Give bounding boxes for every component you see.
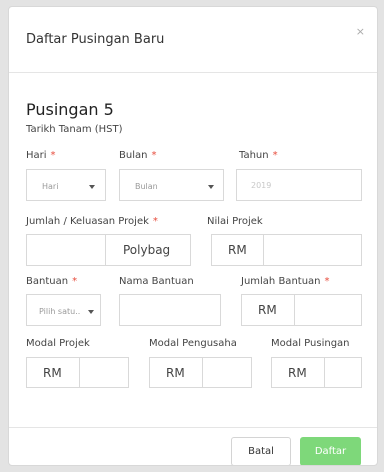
aid-name-label: Nama Bantuan <box>119 276 194 287</box>
project-area-label: Jumlah / Keluasan Projek * <box>26 216 158 227</box>
project-value-label: Nilai Projek <box>207 216 263 227</box>
project-capital-label: Modal Projek <box>26 338 90 349</box>
aid-label: Bantuan * <box>26 276 78 287</box>
round-capital-input[interactable] <box>324 358 361 387</box>
aid-amount-label: Jumlah Bantuan * <box>241 276 330 287</box>
entrepreneur-capital-prefix: RM <box>166 366 185 380</box>
required-mark: * <box>272 150 278 161</box>
aid-name-input[interactable] <box>119 294 221 326</box>
section-title: Pusingan 5 <box>26 100 114 119</box>
input-divider <box>105 235 106 265</box>
required-mark: * <box>72 276 78 287</box>
modal-title: Daftar Pusingan Baru <box>26 32 165 47</box>
register-round-modal: Daftar Pusingan Baru × Pusingan 5 Tarikh… <box>8 6 378 466</box>
day-label: Hari * <box>26 150 56 161</box>
required-mark: * <box>324 276 330 287</box>
year-placeholder: 2019 <box>251 181 272 190</box>
year-label: Tahun * <box>239 150 278 161</box>
required-mark: * <box>151 150 157 161</box>
project-value-input[interactable] <box>263 235 361 265</box>
aid-amount-prefix: RM <box>258 303 277 317</box>
aid-select[interactable]: Pilih satu.. <box>26 294 101 326</box>
project-value-prefix: RM <box>228 243 247 257</box>
aid-amount-input[interactable] <box>294 295 361 325</box>
aid-select-value: Pilih satu.. <box>39 307 81 316</box>
round-capital-prefix: RM <box>288 366 307 380</box>
day-select[interactable]: Hari <box>26 169 106 201</box>
month-select[interactable]: Bulan <box>119 169 224 201</box>
chevron-down-icon <box>89 185 95 189</box>
close-icon[interactable]: × <box>356 25 365 38</box>
chevron-down-icon <box>88 310 94 314</box>
entrepreneur-capital-label: Modal Pengusaha <box>149 338 237 349</box>
year-input[interactable]: 2019 <box>236 169 362 201</box>
entrepreneur-capital-input[interactable] <box>202 358 251 387</box>
project-capital-input[interactable] <box>79 358 128 387</box>
project-area-input[interactable] <box>27 235 104 265</box>
day-select-value: Hari <box>42 182 59 191</box>
required-mark: * <box>50 150 56 161</box>
project-capital-prefix: RM <box>43 366 62 380</box>
month-select-value: Bulan <box>135 182 158 191</box>
modal-header: Daftar Pusingan Baru × <box>9 7 377 73</box>
project-area-unit: Polybag <box>123 243 171 257</box>
chevron-down-icon <box>208 185 214 189</box>
submit-button[interactable]: Daftar <box>300 437 361 465</box>
planting-date-label: Tarikh Tanam (HST) <box>26 124 123 135</box>
month-label: Bulan * <box>119 150 157 161</box>
round-capital-label: Modal Pusingan <box>271 338 350 349</box>
required-mark: * <box>152 216 158 227</box>
cancel-button[interactable]: Batal <box>231 437 291 465</box>
